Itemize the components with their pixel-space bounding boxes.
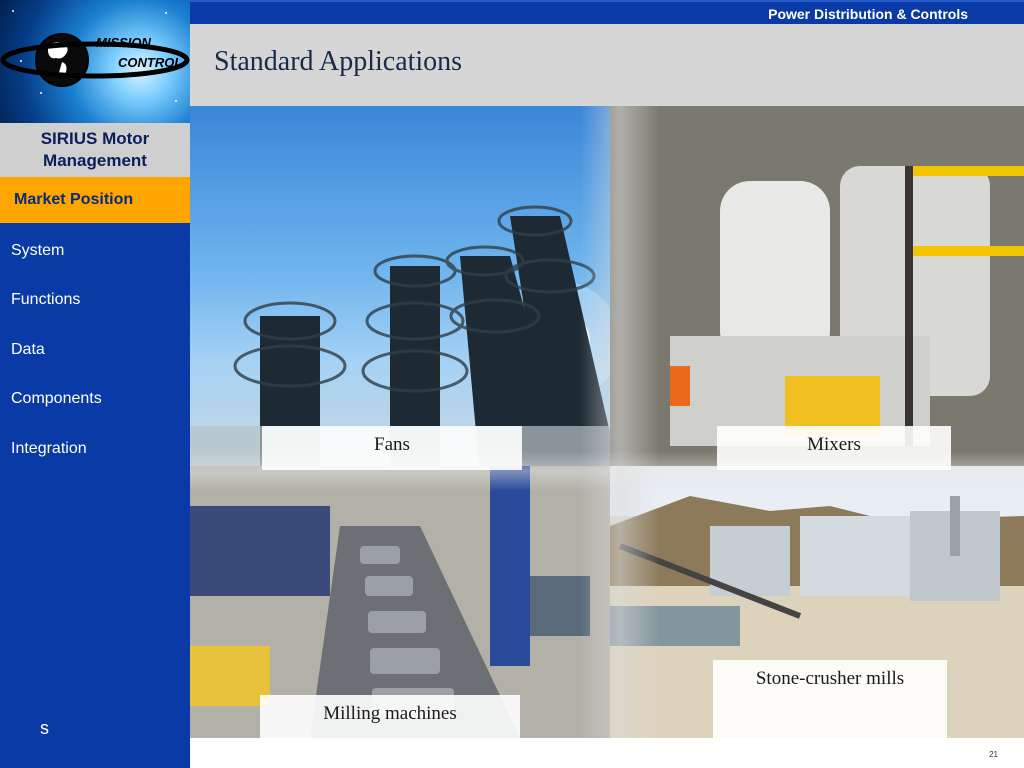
nav-item-system[interactable]: System bbox=[11, 242, 64, 260]
mixers-label-box: Mixers bbox=[717, 426, 951, 470]
section-label: Power Distribution & Controls bbox=[768, 6, 968, 22]
mixers-label: Mixers bbox=[807, 434, 861, 455]
applications-collage: Fans Mixers Stone-crusher mills Milling … bbox=[190, 106, 1024, 738]
sidebar: MISSION CONTROL SIRIUS Motor Management … bbox=[0, 0, 190, 768]
logo-line2: CONTROL bbox=[118, 55, 182, 70]
fans-label-box: Fans bbox=[262, 426, 522, 470]
logo-line1: MISSION bbox=[96, 35, 152, 50]
nav-item-components[interactable]: Components bbox=[11, 390, 102, 408]
nav-item-label: Market Position bbox=[14, 191, 134, 208]
photo-divider-vertical bbox=[580, 106, 660, 738]
fans-label: Fans bbox=[374, 434, 410, 455]
stone-crusher-label: Stone-crusher mills bbox=[755, 668, 905, 689]
nav-item-market-position[interactable]: Market Position bbox=[0, 177, 190, 223]
page-title: Standard Applications bbox=[214, 46, 463, 77]
mission-control-logo: MISSION CONTROL bbox=[0, 0, 190, 123]
nav-item-integration[interactable]: Integration bbox=[11, 440, 87, 458]
nav-item-functions[interactable]: Functions bbox=[11, 291, 80, 309]
mixers-photo bbox=[610, 106, 1024, 476]
globe-ring-icon: MISSION CONTROL bbox=[0, 33, 190, 87]
product-title: SIRIUS Motor Management bbox=[40, 129, 150, 170]
product-title-box: SIRIUS Motor Management bbox=[0, 123, 190, 177]
sidebar-footer-mark: s bbox=[40, 718, 49, 738]
top-bar: Power Distribution & Controls bbox=[190, 0, 1024, 24]
nav-item-data[interactable]: Data bbox=[11, 341, 45, 359]
fans-photo bbox=[190, 106, 620, 476]
milling-label-box: Milling machines bbox=[260, 695, 520, 738]
stone-crusher-label-box: Stone-crusher mills bbox=[713, 660, 947, 738]
page-number: 21 bbox=[989, 750, 998, 759]
milling-label: Milling machines bbox=[323, 703, 457, 724]
title-bar: Standard Applications bbox=[190, 24, 1024, 106]
